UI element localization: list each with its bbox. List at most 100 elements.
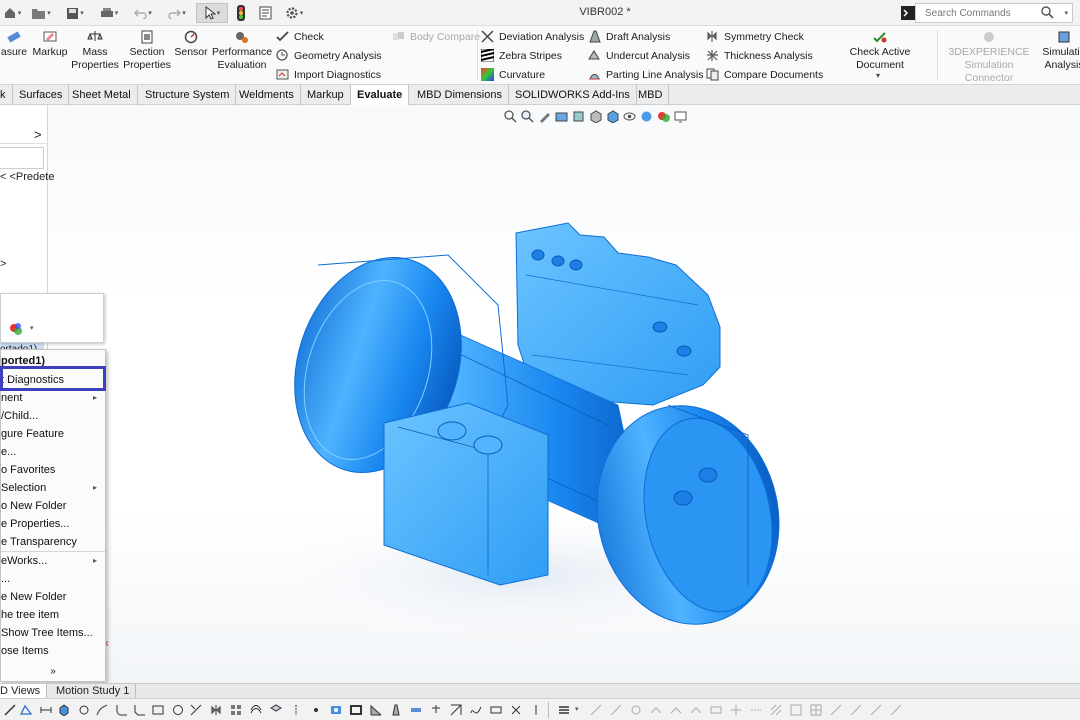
hide-show-items-icon[interactable] xyxy=(623,110,636,123)
revision-icon[interactable] xyxy=(830,704,842,716)
performance-evaluation-button[interactable]: Performance Evaluation xyxy=(211,30,273,72)
body-compare-button[interactable]: Body Compare xyxy=(392,28,480,45)
mass-properties-button[interactable]: Mass Properties xyxy=(71,30,119,72)
filter-input[interactable] xyxy=(0,147,44,169)
pattern-icon[interactable] xyxy=(230,704,242,716)
menu-item-component[interactable]: nent ▸ xyxy=(1,389,105,407)
ribbon-expand-icon[interactable]: ▾ xyxy=(876,67,880,84)
tab-motion-study-1[interactable]: Motion Study 1 xyxy=(50,684,137,699)
curves-icon[interactable] xyxy=(470,704,482,716)
curvature-button[interactable]: Curvature xyxy=(481,66,545,83)
axis-icon[interactable] xyxy=(290,704,302,716)
centerline-icon[interactable] xyxy=(750,704,762,716)
symmetry-check-button[interactable]: Symmetry Check xyxy=(706,28,804,45)
reference-geometry-icon[interactable] xyxy=(450,704,462,716)
dynamic-annotation-icon[interactable] xyxy=(572,110,585,123)
shell-icon[interactable] xyxy=(350,704,362,716)
redo-icon[interactable]: ▾ xyxy=(166,3,188,23)
menu-item-configure-feature[interactable]: gure Feature xyxy=(1,425,105,443)
plane-icon[interactable] xyxy=(270,704,282,716)
zebra-stripes-button[interactable]: Zebra Stripes xyxy=(481,47,562,64)
line-icon[interactable] xyxy=(4,704,16,716)
parting-line-analysis-button[interactable]: Parting Line Analysis xyxy=(588,66,703,83)
edit-appearance-icon[interactable] xyxy=(640,110,653,123)
surface-finish-icon[interactable] xyxy=(690,704,702,716)
menu-item-feature-properties[interactable]: e Properties... xyxy=(1,515,105,533)
annotation-icon[interactable] xyxy=(590,704,602,716)
traffic-light-icon[interactable] xyxy=(234,3,248,23)
smart-dimension-icon[interactable] xyxy=(40,704,52,716)
tab-evaluate[interactable]: Evaluate xyxy=(351,85,410,106)
extrude-icon[interactable] xyxy=(58,704,70,716)
mirror-icon[interactable] xyxy=(210,704,222,716)
simulation-connector-button[interactable]: 3DEXPERIENCE Simulation Connector xyxy=(939,30,1039,85)
menu-item-ellipsis[interactable]: ... xyxy=(1,570,105,588)
undo-icon[interactable]: ▾ xyxy=(132,3,154,23)
tab-surfaces[interactable]: Surfaces xyxy=(13,85,70,105)
select-arrow-icon[interactable]: ▾ xyxy=(196,3,228,23)
menu-item-hide-show-tree-items[interactable]: Show Tree Items... xyxy=(1,624,105,642)
undercut-analysis-button[interactable]: Undercut Analysis xyxy=(588,47,690,64)
menu-item-add-to-favorites[interactable]: o Favorites xyxy=(1,461,105,479)
panel-expand-arrow[interactable]: > xyxy=(34,127,42,142)
tab-3d-views[interactable]: D Views xyxy=(0,684,48,699)
menu-item-selection[interactable]: Selection ▸ xyxy=(1,479,105,497)
zoom-to-fit-icon[interactable] xyxy=(504,109,517,123)
menu-item-change-transparency[interactable]: e Transparency xyxy=(1,533,105,551)
tab-mbd-dimensions[interactable]: MBD Dimensions xyxy=(411,85,509,105)
graphics-viewport[interactable]: ic x xyxy=(42,105,1080,683)
sketch-icon[interactable] xyxy=(20,704,32,716)
compare-documents-button[interactable]: Compare Documents xyxy=(706,66,823,83)
menu-item-rename-tree-item[interactable]: he tree item xyxy=(1,606,105,624)
tree-arrow[interactable]: > xyxy=(0,258,6,270)
thickness-analysis-button[interactable]: Thickness Analysis xyxy=(706,47,813,64)
tab-sketch[interactable]: k xyxy=(0,85,13,105)
tab-structure-system[interactable]: Structure System xyxy=(139,85,237,105)
sensor-button[interactable]: Sensor xyxy=(173,30,209,59)
geometry-analysis-button[interactable]: Geometry Analysis xyxy=(276,47,382,64)
home-icon[interactable]: ▾ xyxy=(2,3,22,23)
appearance-dropdown-icon[interactable]: ▾ xyxy=(30,324,34,332)
mass-properties-icon[interactable] xyxy=(430,704,442,716)
open-icon[interactable]: ▾ xyxy=(30,3,52,23)
boundary-icon[interactable] xyxy=(490,704,502,716)
line-format-icon[interactable] xyxy=(558,704,570,716)
tab-solidworks-add-ins[interactable]: SOLIDWORKS Add-Ins xyxy=(509,85,637,105)
draft-icon[interactable] xyxy=(390,704,402,716)
tree-item-configuration[interactable]: < <Predete xyxy=(0,171,54,183)
section-view-icon[interactable] xyxy=(555,110,568,123)
datum-icon[interactable] xyxy=(670,704,682,716)
deviation-analysis-button[interactable]: Deviation Analysis xyxy=(481,28,584,45)
note-icon[interactable] xyxy=(610,704,622,716)
search-commands-input[interactable]: Search Commands ▾ xyxy=(915,3,1073,23)
draft-analysis-button[interactable]: Draft Analysis xyxy=(588,28,670,45)
point-icon[interactable] xyxy=(310,704,322,716)
rectangle-icon[interactable] xyxy=(152,704,164,716)
menu-item-featureworks[interactable]: eWorks... ▸ xyxy=(1,552,105,570)
revolve-icon[interactable] xyxy=(78,704,90,716)
hatch-icon[interactable] xyxy=(770,704,782,716)
apply-scene-icon[interactable] xyxy=(657,110,670,123)
part-model[interactable] xyxy=(48,105,1080,683)
search-dropdown-icon[interactable]: ▾ xyxy=(1064,9,1068,17)
markup-button[interactable]: Markup xyxy=(29,30,71,59)
menu-item-delete[interactable]: e... xyxy=(1,443,105,461)
menu-item-create-new-folder[interactable]: e New Folder xyxy=(1,588,105,606)
sweep-icon[interactable] xyxy=(96,704,108,716)
check-button[interactable]: Check xyxy=(276,28,324,45)
auto-dimension-icon[interactable] xyxy=(890,704,902,716)
weld-symbol-icon[interactable] xyxy=(650,704,662,716)
display-style-icon[interactable] xyxy=(606,109,619,123)
section-properties-button[interactable]: Section Properties xyxy=(122,30,172,72)
wrap-icon[interactable] xyxy=(510,704,522,716)
magnetic-line-icon[interactable] xyxy=(850,704,862,716)
tab-markup[interactable]: Markup xyxy=(301,85,351,105)
previous-view-icon[interactable] xyxy=(538,110,551,123)
simulation-analysis-button[interactable]: Simulatio Analysis xyxy=(1040,30,1080,72)
tab-mbd[interactable]: MBD xyxy=(632,85,670,105)
circle-icon[interactable] xyxy=(172,704,184,716)
fillet-icon[interactable] xyxy=(116,704,128,716)
menu-more-chevron-icon[interactable]: » xyxy=(1,663,105,681)
rib-icon[interactable] xyxy=(370,704,382,716)
check-active-document-button[interactable]: Check Active Document xyxy=(826,30,934,72)
